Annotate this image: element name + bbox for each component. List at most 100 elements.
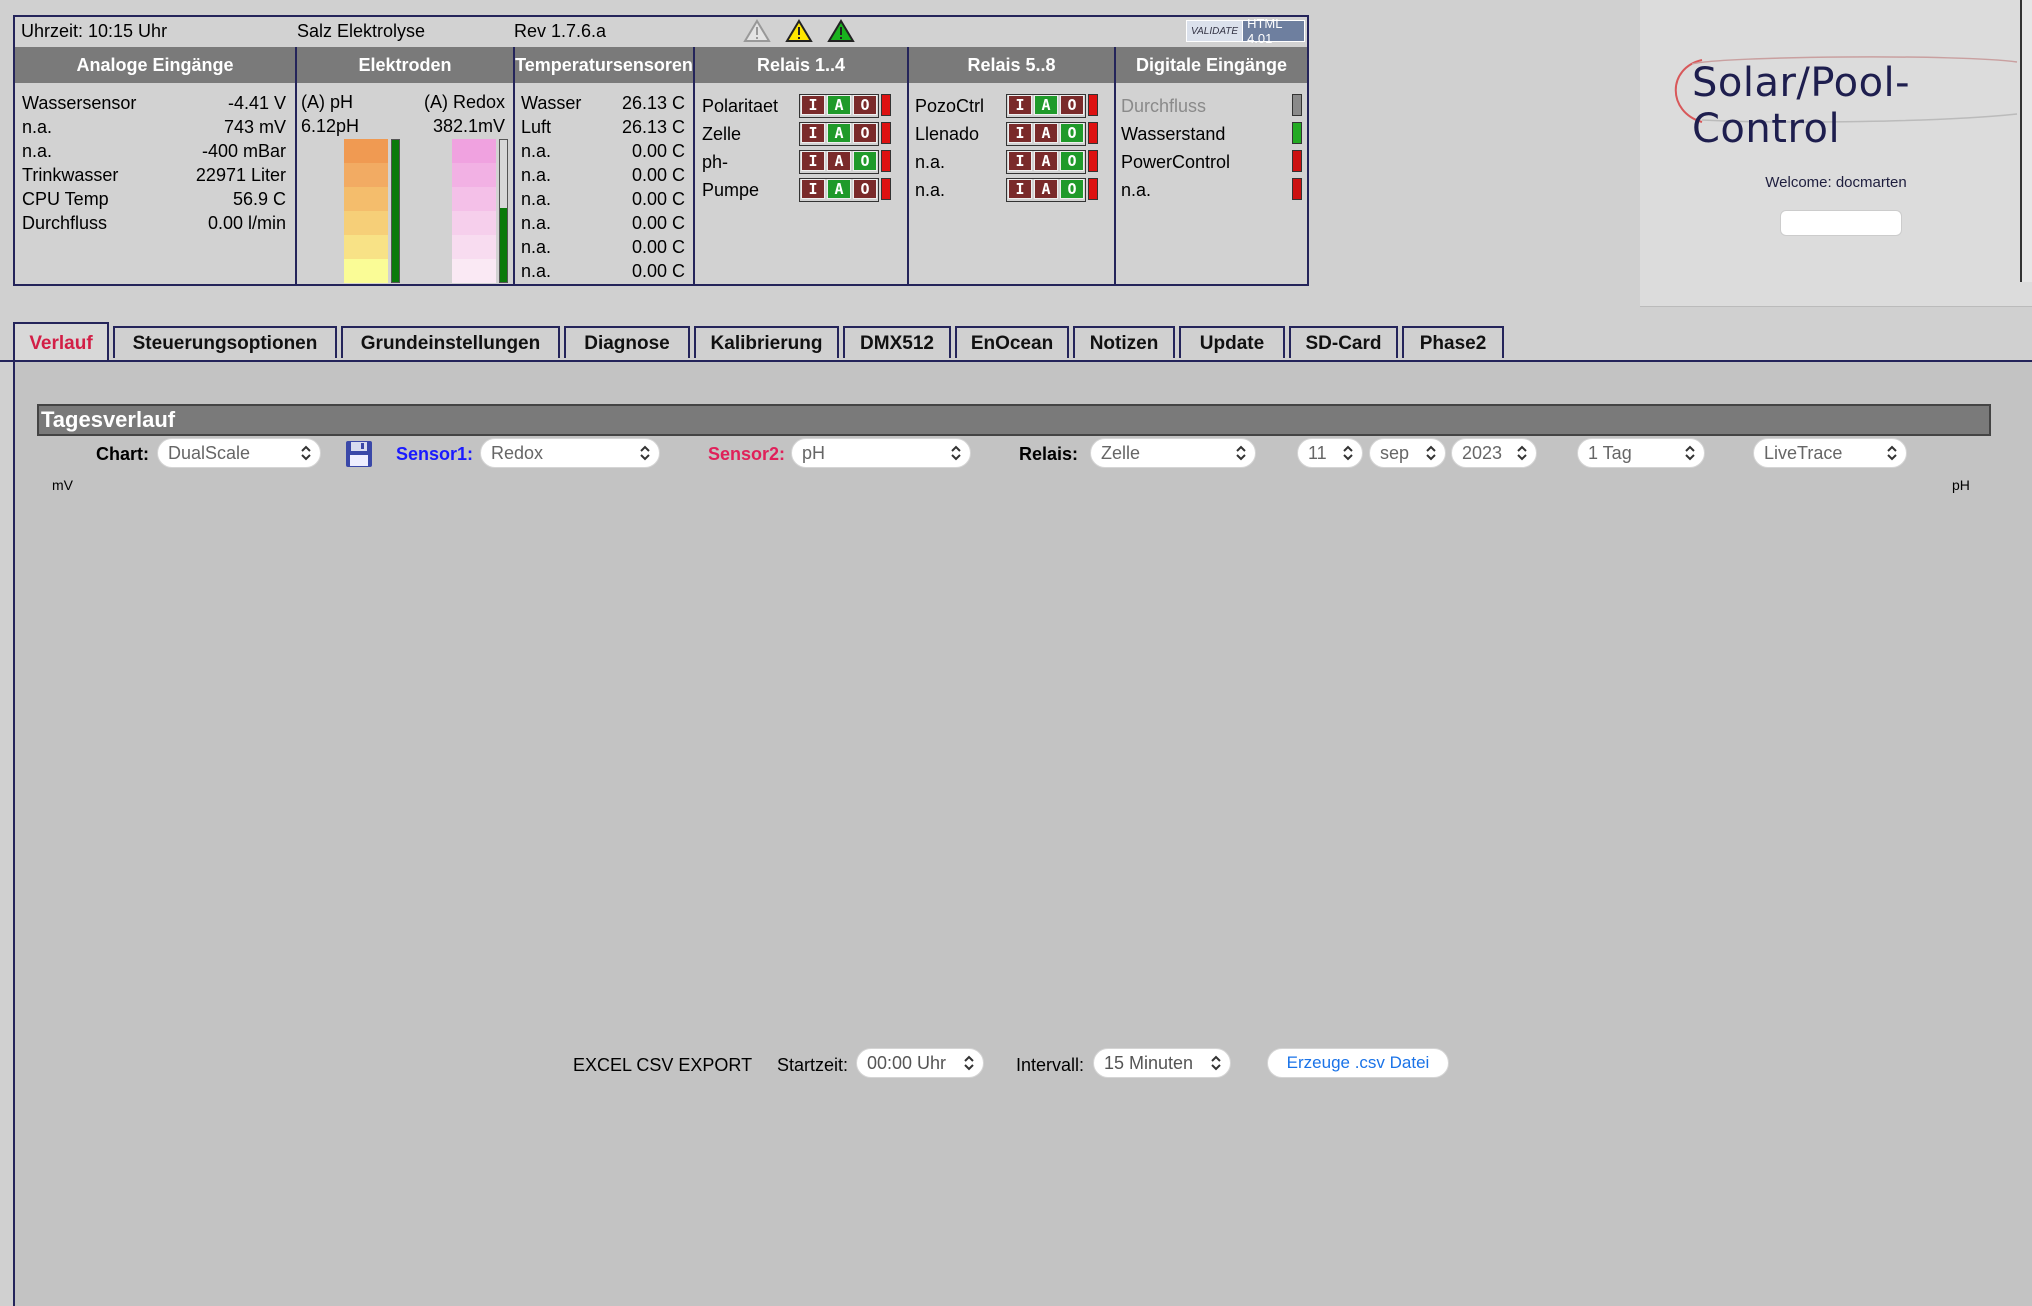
- analog-label: n.a.: [22, 141, 53, 161]
- relais-mode-a-button[interactable]: A: [1034, 151, 1058, 171]
- relais-state-led: [1088, 178, 1098, 200]
- tab-dmx512[interactable]: DMX512: [843, 326, 951, 358]
- relais-mode-o-button[interactable]: O: [853, 151, 877, 171]
- day-select-value: 11: [1308, 443, 1327, 463]
- y-axis-left-label: mV: [52, 477, 73, 493]
- tab-sd-card[interactable]: SD-Card: [1289, 326, 1398, 358]
- login-field[interactable]: [1780, 210, 1902, 236]
- relais-mode-switch[interactable]: IAO: [1006, 122, 1086, 146]
- start-time-select[interactable]: 00:00 Uhr: [856, 1048, 984, 1078]
- relais-mode-i-button[interactable]: I: [801, 123, 825, 143]
- temperature-row: n.a. 0.00 C: [521, 211, 685, 235]
- analog-value: 56.9 C: [232, 189, 286, 209]
- relais-mode-o-button[interactable]: O: [1060, 123, 1084, 143]
- month-select[interactable]: sep: [1369, 438, 1446, 468]
- logo-panel: Solar/Pool-Control Welcome: docmarten: [1640, 0, 2032, 307]
- redox-scale-cell: [452, 211, 496, 235]
- relais-mode-a-button[interactable]: A: [827, 123, 851, 143]
- redox-scale-cell: [452, 163, 496, 187]
- relais-mode-i-button[interactable]: I: [1008, 179, 1032, 199]
- trace-select[interactable]: LiveTrace: [1753, 438, 1907, 468]
- relais-mode-a-button[interactable]: A: [1034, 95, 1058, 115]
- relais-mode-switch[interactable]: IAO: [1006, 94, 1086, 118]
- relais-mode-o-button[interactable]: O: [853, 95, 877, 115]
- chart-select[interactable]: DualScale: [157, 438, 321, 468]
- relais-mode-o-button[interactable]: O: [1060, 179, 1084, 199]
- relais-mode-i-button[interactable]: I: [801, 151, 825, 171]
- relais-state-led: [1088, 94, 1098, 116]
- analog-label: n.a.: [22, 117, 53, 137]
- relais-select[interactable]: Zelle: [1090, 438, 1256, 468]
- year-select-value: 2023: [1462, 443, 1503, 463]
- tab-kalibrierung[interactable]: Kalibrierung: [694, 326, 839, 358]
- range-select-value: 1 Tag: [1588, 443, 1632, 463]
- chart-label: Chart:: [96, 444, 149, 464]
- relais-mode-switch[interactable]: IAO: [799, 150, 879, 174]
- day-select[interactable]: 11: [1297, 438, 1363, 468]
- sensor1-select[interactable]: Redox: [480, 438, 660, 468]
- relais-mode-a-button[interactable]: A: [1034, 179, 1058, 199]
- html-validator-badge[interactable]: VALIDATE HTML 4.01: [1186, 16, 1305, 46]
- analog-label: CPU Temp: [22, 189, 109, 209]
- tab-update[interactable]: Update: [1179, 326, 1285, 358]
- range-select[interactable]: 1 Tag: [1577, 438, 1705, 468]
- sensor2-select[interactable]: pH: [791, 438, 971, 468]
- validator-label: VALIDATE: [1187, 21, 1244, 41]
- welcome-text: Welcome: docmarten: [1765, 174, 1907, 191]
- relais-mode-i-button[interactable]: I: [1008, 95, 1032, 115]
- relais-mode-o-button[interactable]: O: [1060, 95, 1084, 115]
- tab-steuerungsoptionen[interactable]: Steuerungsoptionen: [113, 326, 337, 358]
- tab-enocean[interactable]: EnOcean: [955, 326, 1069, 358]
- relais-mode-switch[interactable]: IAO: [1006, 178, 1086, 202]
- temperature-label: n.a.: [521, 141, 552, 161]
- relais-mode-a-button[interactable]: A: [827, 179, 851, 199]
- analog-row: Trinkwasser 22971 Liter: [22, 163, 286, 187]
- relais-mode-i-button[interactable]: I: [1008, 151, 1032, 171]
- tab-verlauf[interactable]: Verlauf: [13, 322, 109, 360]
- relais-mode-a-button[interactable]: A: [1034, 123, 1058, 143]
- relais-mode-switch[interactable]: IAO: [799, 178, 879, 202]
- analog-label: Trinkwasser: [22, 165, 119, 185]
- interval-select[interactable]: 15 Minuten: [1093, 1048, 1231, 1078]
- content-area: Tagesverlauf Chart: DualScale Sensor1: R…: [13, 362, 2032, 1306]
- save-floppy-icon[interactable]: [345, 440, 373, 468]
- analog-row: Durchfluss 0.00 l/min: [22, 211, 286, 235]
- temperature-value: 0.00 C: [631, 261, 685, 281]
- digital-input-led: [1292, 178, 1302, 200]
- temperature-value: 0.00 C: [631, 141, 685, 161]
- digital-input-label: PowerControl: [1121, 152, 1231, 172]
- year-select[interactable]: 2023: [1451, 438, 1537, 468]
- redox-scale-cell: [452, 139, 496, 163]
- relais-mode-switch[interactable]: IAO: [1006, 150, 1086, 174]
- warning-yellow-icon: [785, 19, 813, 42]
- tab-grundeinstellungen[interactable]: Grundeinstellungen: [341, 326, 560, 358]
- temperature-row: n.a. 0.00 C: [521, 139, 685, 163]
- tab-notizen[interactable]: Notizen: [1073, 326, 1175, 358]
- electrode-labels: (A) pH (A) Redox: [301, 90, 505, 114]
- relais-mode-a-button[interactable]: A: [827, 151, 851, 171]
- tab-phase2[interactable]: Phase2: [1402, 326, 1504, 358]
- relais-mode-o-button[interactable]: O: [853, 179, 877, 199]
- side-frame: [2020, 0, 2032, 282]
- relais-mode-switch[interactable]: IAO: [799, 94, 879, 118]
- redox-level-gauge: [499, 139, 508, 283]
- tab-diagnose[interactable]: Diagnose: [564, 326, 690, 358]
- relais-mode-i-button[interactable]: I: [801, 95, 825, 115]
- ph-scale-cell: [344, 163, 388, 187]
- relais-mode-i-button[interactable]: I: [1008, 123, 1032, 143]
- divider: [1114, 47, 1116, 286]
- y-axis-right-label: pH: [1952, 477, 1970, 493]
- relais-mode-o-button[interactable]: O: [1060, 151, 1084, 171]
- relais-mode-a-button[interactable]: A: [827, 95, 851, 115]
- create-csv-button[interactable]: Erzeuge .csv Datei: [1267, 1048, 1449, 1078]
- chevron-updown-icon: [1236, 445, 1246, 461]
- sensor2-label: Sensor2:: [708, 444, 786, 464]
- warning-grey-icon: [743, 19, 771, 42]
- relais-state-led: [881, 150, 891, 172]
- chevron-updown-icon: [301, 445, 311, 461]
- relais-mode-i-button[interactable]: I: [801, 179, 825, 199]
- temperature-row: n.a. 0.00 C: [521, 259, 685, 283]
- relais-mode-o-button[interactable]: O: [853, 123, 877, 143]
- divider: [907, 47, 909, 286]
- relais-mode-switch[interactable]: IAO: [799, 122, 879, 146]
